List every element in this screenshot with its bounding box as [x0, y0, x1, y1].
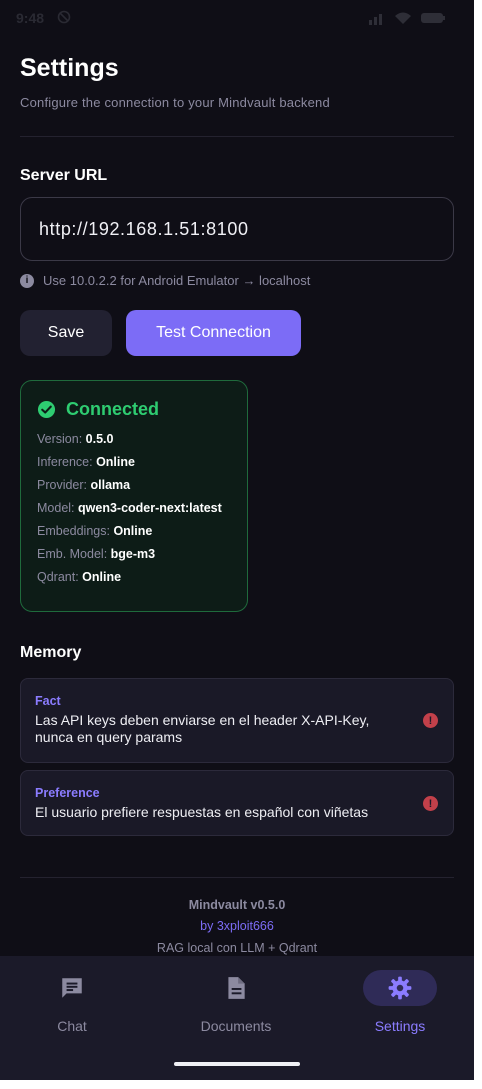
page-title: Settings [20, 54, 119, 82]
divider [20, 136, 454, 137]
detail-version: Version: 0.5.0 [37, 432, 114, 446]
nav-label: Chat [57, 1018, 87, 1034]
nav-label: Settings [374, 1018, 426, 1034]
settings-content: Settings Configure the connection to you… [20, 50, 454, 955]
server-url-field[interactable] [20, 197, 454, 261]
status-bar: 9:48 [0, 0, 474, 36]
dnd-icon [57, 10, 71, 24]
app-screen: 9:48 Settings Configure the connection t… [0, 0, 474, 1080]
detail-qdrant: Qdrant: Online [37, 570, 122, 584]
nav-item-documents[interactable]: Documents [181, 970, 291, 1034]
home-indicator[interactable] [174, 1062, 300, 1066]
alert-icon[interactable]: ! [423, 713, 438, 728]
info-icon: i [20, 273, 34, 288]
page-subtitle: Configure the connection to your Mindvau… [20, 95, 330, 110]
status-icons [368, 11, 446, 25]
status-time: 9:48 [16, 10, 45, 26]
memory-label: Memory [20, 644, 82, 661]
app-footer: Mindvault v0.5.0 by 3xploit666 RAG local… [20, 898, 454, 955]
page-edge [474, 0, 482, 1089]
detail-emb-model: Emb. Model: bge-m3 [37, 547, 156, 561]
nav-label: Documents [200, 1018, 272, 1034]
footer-author-link[interactable]: by 3xploit666 [20, 919, 454, 933]
check-circle-icon [37, 400, 56, 419]
wifi-icon [395, 12, 411, 24]
detail-embeddings: Embeddings: Online [37, 524, 153, 538]
detail-provider: Provider: ollama [37, 478, 131, 492]
server-url-hint: i Use 10.0.2.2 for Android Emulator → lo… [20, 273, 454, 288]
page-edge [0, 1080, 482, 1089]
test-connection-button[interactable]: Test Connection [126, 310, 301, 356]
detail-inference: Inference: Online [37, 455, 135, 469]
memory-type: Fact [35, 694, 61, 708]
memory-text: El usuario prefiere respuestas en españo… [35, 804, 369, 820]
nav-item-settings[interactable]: Settings [345, 970, 455, 1034]
server-url-label: Server URL [20, 167, 108, 184]
chat-icon [35, 970, 109, 1006]
footer-description: RAG local con LLM + Qdrant [156, 941, 318, 955]
divider [20, 877, 454, 878]
document-icon [199, 970, 273, 1006]
footer-app-name: Mindvault v0.5.0 [188, 898, 286, 912]
detail-model: Model: qwen3-coder-next:latest [37, 501, 222, 515]
memory-text: Las API keys deben enviarse en el header… [35, 712, 370, 745]
memory-item[interactable]: Preference El usuario prefiere respuesta… [20, 770, 454, 836]
hint-text: Use 10.0.2.2 for Android Emulator → loca… [43, 273, 311, 288]
action-buttons: Save Test Connection [20, 310, 454, 356]
battery-icon [421, 13, 445, 23]
signal-icon [369, 14, 382, 25]
connection-title: Connected [66, 399, 160, 419]
connection-status-card: Connected Version: 0.5.0 Inference: Onli… [20, 380, 248, 612]
server-url-input[interactable] [39, 218, 439, 240]
alert-icon[interactable]: ! [423, 796, 438, 811]
connection-header: Connected [37, 399, 231, 420]
gear-icon [363, 970, 437, 1006]
save-button[interactable]: Save [20, 310, 112, 356]
memory-item[interactable]: Fact Las API keys deben enviarse en el h… [20, 678, 454, 763]
memory-type: Preference [35, 786, 100, 800]
connection-details: Version: 0.5.0 Inference: Online Provide… [37, 432, 231, 584]
nav-item-chat[interactable]: Chat [17, 970, 127, 1034]
